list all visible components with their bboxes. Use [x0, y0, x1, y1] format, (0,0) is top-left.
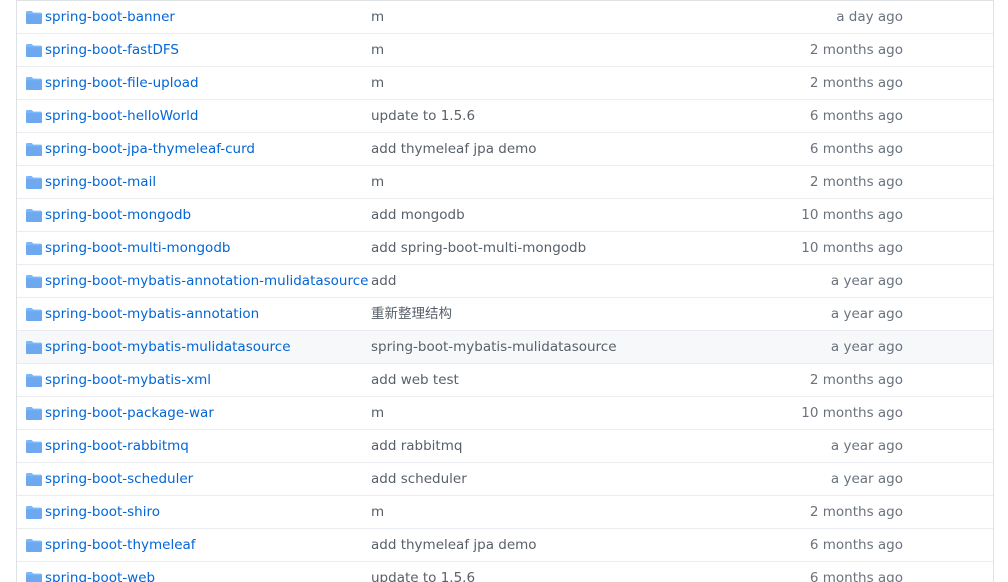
folder-icon [26, 341, 42, 354]
commit-message-link[interactable]: add thymeleaf jpa demo [371, 133, 537, 166]
table-row[interactable]: spring-boot-web update to 1.5.6 6 months a… [17, 561, 993, 582]
file-list-table: spring-boot-banner m a day ago spring-boot-… [16, 0, 994, 582]
commit-age: a year ago [830, 273, 903, 289]
commit-message-link[interactable]: spring-boot-mybatis-mulidatasource [371, 331, 617, 364]
folder-icon [26, 209, 42, 222]
folder-icon [26, 539, 42, 552]
folder-link[interactable]: spring-boot-mail [45, 166, 156, 199]
folder-icon [26, 440, 42, 453]
commit-message-link[interactable]: add thymeleaf jpa demo [371, 529, 537, 562]
table-row[interactable]: spring-boot-fastDFS m 2 months ago [17, 33, 993, 66]
commit-message-link[interactable]: add mongodb [371, 199, 465, 232]
commit-age: 6 months ago [809, 537, 903, 553]
commit-message-link[interactable]: add web test [371, 364, 459, 397]
table-row[interactable]: spring-boot-mybatis-annotation-mulidatas… [17, 264, 993, 297]
commit-age: 6 months ago [809, 108, 903, 124]
folder-icon [26, 110, 42, 123]
commit-age: a year ago [830, 438, 903, 454]
commit-age: 10 months ago [801, 240, 903, 256]
commit-message-link[interactable]: add [371, 265, 396, 298]
folder-icon [26, 572, 42, 582]
folder-icon [26, 275, 42, 288]
folder-icon [26, 11, 42, 24]
folder-link[interactable]: spring-boot-web [45, 562, 155, 582]
folder-link[interactable]: spring-boot-mybatis-annotation [45, 298, 259, 331]
commit-message-link[interactable]: add scheduler [371, 463, 467, 496]
commit-age: 2 months ago [809, 504, 903, 520]
table-row[interactable]: spring-boot-file-upload m 2 months ago [17, 66, 993, 99]
commit-age: a year ago [830, 339, 903, 355]
table-row[interactable]: spring-boot-multi-mongodb add spring-boot… [17, 231, 993, 264]
folder-icon [26, 308, 42, 321]
commit-message-link[interactable]: 重新整理结构 [371, 298, 452, 331]
table-row[interactable]: spring-boot-mongodb add mongodb 10 months … [17, 198, 993, 231]
commit-message-link[interactable]: update to 1.5.6 [371, 562, 475, 582]
folder-icon [26, 242, 42, 255]
table-row[interactable]: spring-boot-mybatis-mulidatasource spring… [17, 330, 993, 363]
commit-age: 2 months ago [809, 174, 903, 190]
folder-link[interactable]: spring-boot-mybatis-xml [45, 364, 211, 397]
folder-link[interactable]: spring-boot-file-upload [45, 67, 199, 100]
folder-link[interactable]: spring-boot-package-war [45, 397, 214, 430]
commit-message-link[interactable]: m [371, 166, 384, 199]
commit-message-link[interactable]: add spring-boot-multi-mongodb [371, 232, 586, 265]
folder-link[interactable]: spring-boot-jpa-thymeleaf-curd [45, 133, 255, 166]
table-row[interactable]: spring-boot-rabbitmq add rabbitmq a year a… [17, 429, 993, 462]
folder-link[interactable]: spring-boot-helloWorld [45, 100, 198, 133]
commit-message-link[interactable]: m [371, 496, 384, 529]
commit-age: 10 months ago [801, 405, 903, 421]
table-row[interactable]: spring-boot-mybatis-annotation 重新整理结构 a ye… [17, 297, 993, 330]
table-row[interactable]: spring-boot-mybatis-xml add web test 2 mon… [17, 363, 993, 396]
folder-icon [26, 176, 42, 189]
commit-message-link[interactable]: add rabbitmq [371, 430, 462, 463]
folder-icon [26, 77, 42, 90]
commit-message-link[interactable]: m [371, 397, 384, 430]
commit-age: a year ago [830, 471, 903, 487]
folder-link[interactable]: spring-boot-mongodb [45, 199, 191, 232]
commit-message-link[interactable]: m [371, 67, 384, 100]
folder-link[interactable]: spring-boot-multi-mongodb [45, 232, 230, 265]
folder-icon [26, 44, 42, 57]
folder-link[interactable]: spring-boot-mybatis-annotation-mulidatas… [45, 265, 368, 298]
folder-link[interactable]: spring-boot-shiro [45, 496, 160, 529]
commit-age: 2 months ago [809, 372, 903, 388]
commit-age: 2 months ago [809, 75, 903, 91]
commit-age: 10 months ago [801, 207, 903, 223]
commit-age: a year ago [830, 306, 903, 322]
commit-message-link[interactable]: m [371, 1, 384, 34]
commit-age: 2 months ago [809, 42, 903, 58]
folder-link[interactable]: spring-boot-scheduler [45, 463, 193, 496]
commit-age: 6 months ago [809, 141, 903, 157]
commit-message-link[interactable]: m [371, 34, 384, 67]
folder-icon [26, 143, 42, 156]
commit-message-link[interactable]: update to 1.5.6 [371, 100, 475, 133]
folder-icon [26, 473, 42, 486]
folder-icon [26, 374, 42, 387]
table-row[interactable]: spring-boot-helloWorld update to 1.5.6 6 m… [17, 99, 993, 132]
folder-link[interactable]: spring-boot-fastDFS [45, 34, 179, 67]
folder-link[interactable]: spring-boot-banner [45, 1, 175, 34]
folder-icon [26, 506, 42, 519]
folder-link[interactable]: spring-boot-mybatis-mulidatasource [45, 331, 291, 364]
commit-age: 6 months ago [809, 570, 903, 582]
folder-icon [26, 407, 42, 420]
table-row[interactable]: spring-boot-jpa-thymeleaf-curd add thymel… [17, 132, 993, 165]
folder-link[interactable]: spring-boot-thymeleaf [45, 529, 196, 562]
table-row[interactable]: spring-boot-mail m 2 months ago [17, 165, 993, 198]
folder-link[interactable]: spring-boot-rabbitmq [45, 430, 189, 463]
commit-age: a day ago [836, 9, 903, 25]
table-row[interactable]: spring-boot-banner m a day ago [17, 0, 993, 33]
table-row[interactable]: spring-boot-thymeleaf add thymeleaf jpa d… [17, 528, 993, 561]
table-row[interactable]: spring-boot-shiro m 2 months ago [17, 495, 993, 528]
table-row[interactable]: spring-boot-package-war m 10 months ago [17, 396, 993, 429]
table-row[interactable]: spring-boot-scheduler add scheduler a year… [17, 462, 993, 495]
